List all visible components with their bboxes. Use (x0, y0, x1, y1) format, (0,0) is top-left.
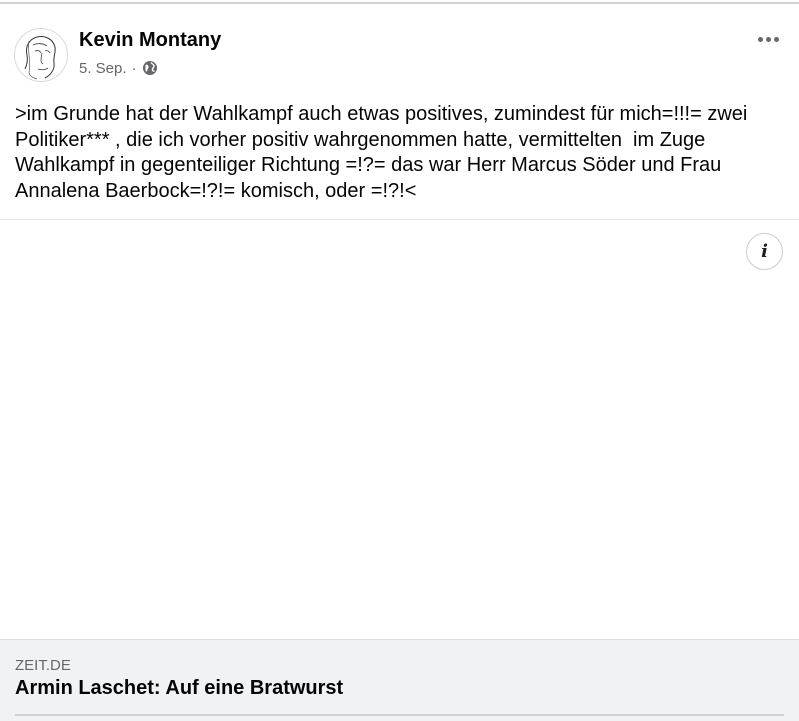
post-date[interactable]: 5. Sep. (79, 60, 127, 77)
more-options-button[interactable] (750, 28, 786, 50)
link-domain: ZEIT.DE (15, 657, 71, 674)
bottom-divider (15, 714, 784, 716)
post-header: Kevin Montany 5. Sep. · (14, 28, 784, 84)
link-title[interactable]: Armin Laschet: Auf eine Bratwurst (15, 677, 343, 700)
globe-icon (142, 60, 158, 76)
top-divider (0, 2, 799, 4)
post-text: >im Grunde hat der Wahlkampf auch etwas … (15, 103, 753, 202)
more-dot-icon (765, 36, 771, 42)
facebook-post: Kevin Montany 5. Sep. · >im Grunde hat d… (0, 0, 799, 721)
meta-separator: · (131, 59, 137, 77)
author-name[interactable]: Kevin Montany (79, 29, 221, 52)
avatar-sketch-icon (24, 36, 56, 80)
info-button[interactable]: i (746, 233, 783, 270)
info-icon: i (761, 240, 768, 262)
link-image-area[interactable] (0, 220, 799, 639)
post-meta: 5. Sep. · (79, 58, 158, 78)
more-dot-icon (773, 36, 779, 42)
more-dot-icon (757, 36, 763, 42)
link-preview[interactable]: ZEIT.DE Armin Laschet: Auf eine Bratwurs… (0, 639, 799, 721)
avatar[interactable] (14, 28, 68, 82)
